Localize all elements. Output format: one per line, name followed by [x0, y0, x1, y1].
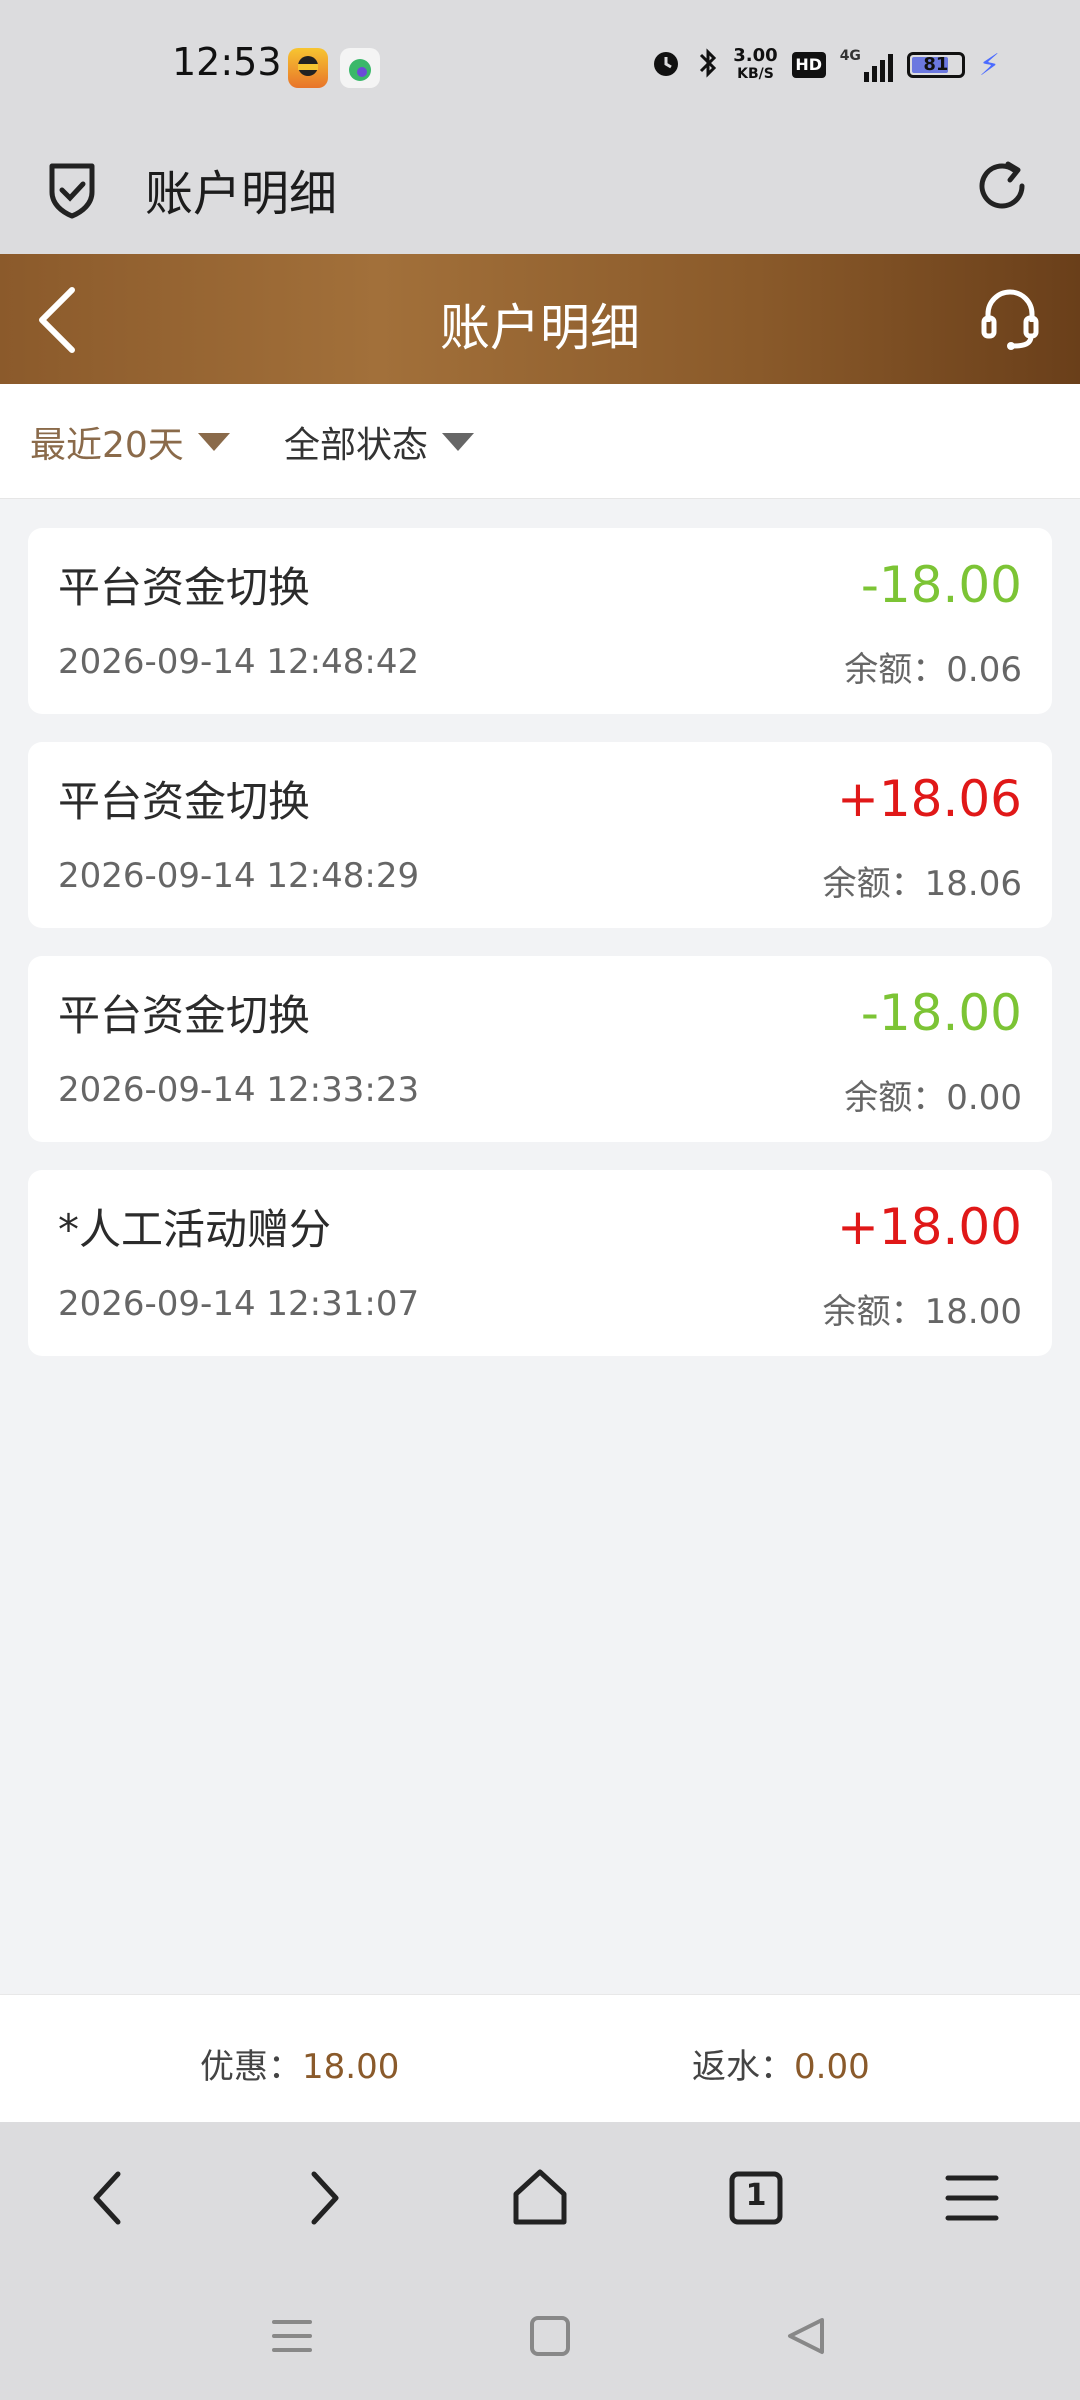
- menu-icon[interactable]: [942, 2166, 1002, 2234]
- period-filter-dropdown[interactable]: 最近20天: [30, 416, 230, 468]
- shield-check-icon[interactable]: [44, 158, 100, 226]
- battery-level: 81: [923, 54, 949, 75]
- transaction-list: 平台资金切换 2026-09-14 12:48:42 -18.00 余额：0.0…: [28, 528, 1052, 1384]
- list-item[interactable]: 平台资金切换 2026-09-14 12:48:42 -18.00 余额：0.0…: [28, 528, 1052, 714]
- alarm-icon: [649, 46, 683, 84]
- status-filter-dropdown[interactable]: 全部状态: [284, 416, 475, 468]
- transaction-time: 2026-09-14 12:31:07: [58, 1284, 420, 1324]
- notification-app-icon-2: [340, 48, 380, 88]
- transaction-balance: 余额：18.06: [823, 856, 1022, 905]
- page-title: 账户明细: [440, 299, 640, 357]
- list-item[interactable]: *人工活动赠分 2026-09-14 12:31:07 +18.00 余额：18…: [28, 1170, 1052, 1356]
- discount-label: 优惠：: [200, 2047, 302, 2087]
- tabs-button[interactable]: 1: [726, 2166, 786, 2234]
- transaction-title: 平台资金切换: [58, 991, 311, 1040]
- rebate-label: 返水：: [692, 2047, 794, 2087]
- status-icons: 3.00 KB/S HD 4G 81 ⚡: [649, 46, 1000, 84]
- status-time: 12:53: [172, 40, 282, 84]
- filter-bar: 最近20天 全部状态: [0, 384, 1080, 499]
- recent-apps-icon[interactable]: [270, 2314, 314, 2362]
- network-speed: 3.00 KB/S: [733, 47, 777, 83]
- discount-summary: 优惠：18.00: [200, 2039, 399, 2088]
- browser-back-icon[interactable]: [86, 2166, 130, 2234]
- discount-value: 18.00: [302, 2047, 400, 2087]
- transaction-amount: +18.00: [836, 1198, 1022, 1256]
- balance-value: 18.00: [924, 1292, 1022, 1332]
- transaction-balance: 余额：18.00: [823, 1284, 1022, 1333]
- charging-icon: ⚡: [978, 47, 1000, 83]
- network-speed-value: 3.00: [733, 45, 778, 66]
- list-item[interactable]: 平台资金切换 2026-09-14 12:48:29 +18.06 余额：18.…: [28, 742, 1052, 928]
- battery-icon: 81: [906, 52, 965, 78]
- status-filter-label: 全部状态: [284, 425, 429, 466]
- transaction-balance: 余额：0.06: [844, 642, 1022, 691]
- dropdown-arrow-icon: [197, 433, 230, 451]
- transaction-amount: -18.00: [860, 984, 1022, 1042]
- period-filter-label: 最近20天: [30, 425, 184, 466]
- transaction-amount: +18.06: [836, 770, 1022, 828]
- rebate-value: 0.00: [794, 2047, 870, 2087]
- status-bar: 12:53 3.00 KB/S HD 4G 81 ⚡: [0, 0, 1080, 136]
- system-back-icon[interactable]: [784, 2314, 828, 2362]
- transaction-balance: 余额：0.00: [844, 1070, 1022, 1119]
- rebate-summary: 返水：0.00: [692, 2039, 870, 2088]
- bluetooth-icon: [697, 46, 719, 84]
- balance-label: 余额：: [822, 1292, 925, 1332]
- notification-app-icon: [288, 48, 328, 88]
- transaction-title: 平台资金切换: [58, 563, 311, 612]
- page-header: 账户明细: [0, 254, 1080, 384]
- system-home-icon[interactable]: [528, 2314, 572, 2362]
- transaction-time: 2026-09-14 12:48:29: [58, 856, 420, 896]
- balance-label: 余额：: [844, 1078, 947, 1118]
- transaction-time: 2026-09-14 12:48:42: [58, 642, 420, 682]
- browser-forward-icon[interactable]: [302, 2166, 346, 2234]
- balance-value: 0.06: [946, 650, 1022, 690]
- balance-value: 0.00: [946, 1078, 1022, 1118]
- balance-label: 余额：: [822, 864, 925, 904]
- system-nav-bar: [0, 2270, 1080, 2400]
- transaction-time: 2026-09-14 12:33:23: [58, 1070, 420, 1110]
- balance-value: 18.06: [924, 864, 1022, 904]
- browser-title-bar: 账户明细: [0, 136, 1080, 254]
- signal-label: 4G: [839, 48, 861, 64]
- dropdown-arrow-icon: [442, 433, 475, 451]
- refresh-icon[interactable]: [970, 154, 1034, 222]
- customer-service-icon[interactable]: [978, 284, 1042, 356]
- browser-bottom-nav: 1: [0, 2122, 1080, 2270]
- hd-badge: HD: [791, 52, 826, 78]
- home-icon[interactable]: [510, 2166, 570, 2234]
- browser-page-title: 账户明细: [145, 166, 338, 222]
- list-item[interactable]: 平台资金切换 2026-09-14 12:33:23 -18.00 余额：0.0…: [28, 956, 1052, 1142]
- signal-icon: 4G: [840, 48, 893, 82]
- tab-count: 1: [745, 2178, 767, 2213]
- transaction-amount: -18.00: [860, 556, 1022, 614]
- network-speed-unit: KB/S: [737, 66, 774, 82]
- transaction-title: *人工活动赠分: [58, 1205, 332, 1254]
- summary-bar: 优惠：18.00 返水：0.00: [0, 1994, 1080, 2123]
- transaction-title: 平台资金切换: [58, 777, 311, 826]
- balance-label: 余额：: [844, 650, 947, 690]
